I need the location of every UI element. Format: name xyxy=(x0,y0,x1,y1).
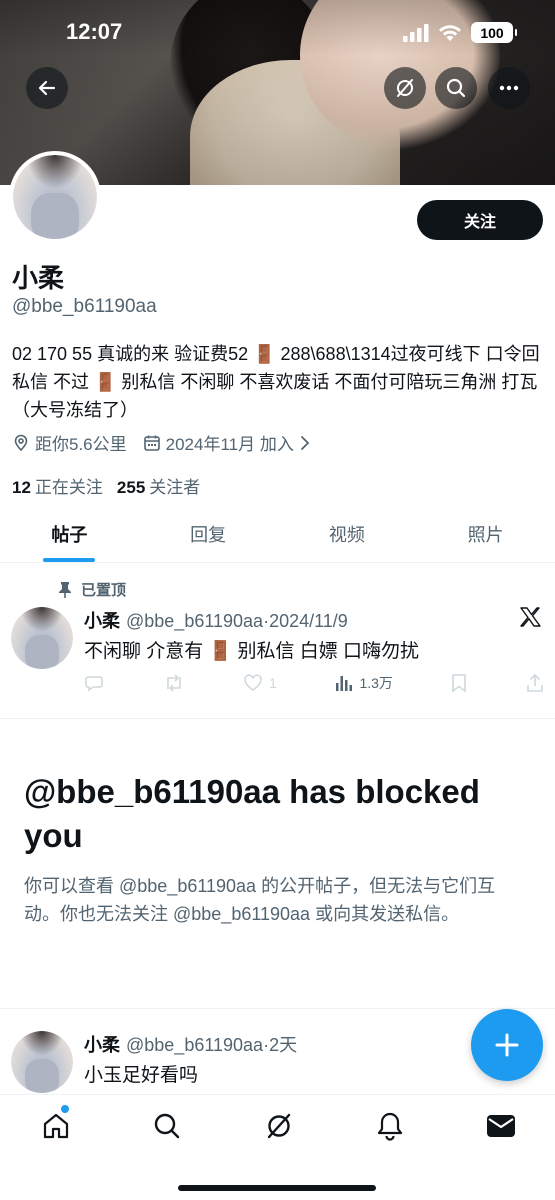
post-date[interactable]: 2天 xyxy=(269,1031,297,1057)
profile-handle: @bbe_b61190aa xyxy=(12,296,157,317)
post-text[interactable]: 小玉足好看吗 xyxy=(84,1060,198,1087)
signal-icon xyxy=(403,23,429,42)
blocked-description: 你可以查看 @bbe_b61190aa 的公开帖子，但无法与它们互动。你也无法关… xyxy=(24,876,496,924)
views-icon xyxy=(336,676,353,691)
profile-tabs: 帖子 回复 视频 照片 xyxy=(0,505,555,563)
bell-icon xyxy=(377,1112,403,1141)
profile-bio: 02 170 55 真诚的来 验证费52 🚪 288\688\1314过夜可线下… xyxy=(12,344,540,420)
avatar-image xyxy=(11,607,73,669)
display-name: 小柔 xyxy=(12,263,65,293)
profile-avatar[interactable] xyxy=(9,151,101,243)
post-author-handle[interactable]: @bbe_b61190aa xyxy=(126,611,263,632)
tab-photos[interactable]: 照片 xyxy=(416,505,555,562)
search-button[interactable] xyxy=(435,67,477,109)
calendar-icon xyxy=(143,435,160,451)
more-button[interactable] xyxy=(488,67,530,109)
wifi-icon xyxy=(439,24,461,41)
nav-search[interactable] xyxy=(150,1109,184,1143)
share-button[interactable] xyxy=(526,673,544,693)
post-date[interactable]: 2024/11/9 xyxy=(269,611,348,632)
followers-count: 255 xyxy=(116,478,146,497)
following-link[interactable]: 12 正在关注 xyxy=(12,473,103,498)
back-arrow-icon xyxy=(38,80,56,96)
follow-button[interactable]: 关注 xyxy=(417,200,543,240)
divider xyxy=(0,1008,555,1009)
post-actions: 1 1.3万 xyxy=(84,673,544,693)
post-author-name[interactable]: 小柔 xyxy=(84,1031,120,1057)
reply-icon xyxy=(85,676,103,692)
bookmark-icon xyxy=(452,674,467,693)
divider xyxy=(0,718,555,719)
post-author-handle[interactable]: @bbe_b61190aa xyxy=(126,1035,263,1056)
chevron-right-icon xyxy=(300,435,310,450)
like-count: 1 xyxy=(269,675,277,691)
pinned-label: 已置顶 xyxy=(81,582,127,599)
location-text: 距你5.6公里 xyxy=(35,435,127,454)
location-icon xyxy=(14,434,28,451)
nav-notifications[interactable] xyxy=(373,1109,407,1143)
mail-icon xyxy=(487,1115,515,1137)
search-icon xyxy=(446,78,466,98)
nav-messages[interactable] xyxy=(484,1109,518,1143)
like-icon xyxy=(244,674,262,691)
x-logo-icon[interactable] xyxy=(519,606,541,628)
location-item: 距你5.6公里 xyxy=(12,430,127,455)
new-content-dot xyxy=(61,1105,69,1113)
bookmark-button[interactable] xyxy=(451,673,467,693)
plus-icon xyxy=(495,1033,519,1057)
more-icon xyxy=(499,85,519,91)
followers-link[interactable]: 255 关注者 xyxy=(117,473,200,498)
profile-meta: 距你5.6公里 2024年11月 加入 xyxy=(12,430,327,455)
tab-replies[interactable]: 回复 xyxy=(139,505,278,562)
post-author-name[interactable]: 小柔 xyxy=(84,607,120,633)
reply-button[interactable] xyxy=(84,673,104,693)
back-button[interactable] xyxy=(26,67,68,109)
status-icons: 100 xyxy=(403,22,517,43)
pinned-indicator: 已置顶 xyxy=(58,579,126,600)
tab-posts[interactable]: 帖子 xyxy=(0,505,139,562)
blocked-title: @bbe_b61190aa has blocked you xyxy=(24,773,480,854)
post-avatar[interactable] xyxy=(11,1031,73,1093)
battery-indicator: 100 xyxy=(471,22,517,43)
post-header: 小柔 @bbe_b61190aa · 2024/11/9 xyxy=(84,607,348,633)
views-button[interactable]: 1.3万 xyxy=(335,673,393,693)
share-icon xyxy=(527,673,543,692)
grok-icon xyxy=(267,1113,291,1139)
following-label: 正在关注 xyxy=(34,478,103,497)
post-header: 小柔 @bbe_b61190aa · 2天 xyxy=(84,1031,297,1057)
follow-counts: 12 正在关注 255 关注者 xyxy=(12,473,200,498)
nav-grok[interactable] xyxy=(262,1109,296,1143)
repost-button[interactable] xyxy=(163,673,185,693)
avatar-image xyxy=(11,1031,73,1093)
home-indicator xyxy=(178,1185,376,1191)
grok-button[interactable] xyxy=(384,67,426,109)
post-text[interactable]: 不闲聊 介意有 🚪 别私信 白嫖 口嗨勿扰 xyxy=(84,636,419,663)
status-time: 12:07 xyxy=(66,19,123,44)
nav-home[interactable] xyxy=(39,1109,73,1143)
pin-icon xyxy=(59,581,71,598)
compose-button[interactable] xyxy=(471,1009,543,1081)
grok-icon xyxy=(397,79,413,97)
home-icon xyxy=(43,1113,69,1139)
joined-item[interactable]: 2024年11月 加入 xyxy=(143,430,311,455)
like-button[interactable]: 1 xyxy=(243,674,277,692)
view-count: 1.3万 xyxy=(359,675,393,691)
avatar-image xyxy=(13,155,97,239)
post-avatar[interactable] xyxy=(11,607,73,669)
following-count: 12 xyxy=(12,478,31,497)
tab-videos[interactable]: 视频 xyxy=(278,505,417,562)
followers-label: 关注者 xyxy=(149,478,201,497)
search-icon xyxy=(154,1113,180,1139)
joined-text: 2024年11月 加入 xyxy=(165,435,294,454)
repost-icon xyxy=(166,674,181,692)
